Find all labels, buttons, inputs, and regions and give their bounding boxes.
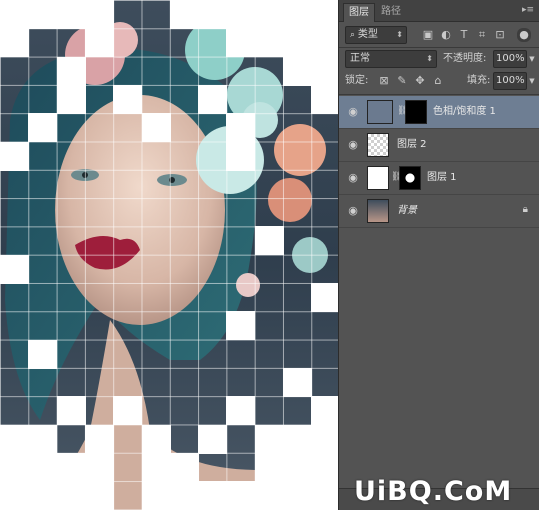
lock-position-icon[interactable]: ✥: [413, 74, 427, 88]
blend-mode-value: 正常: [350, 53, 370, 64]
blend-mode-select[interactable]: 正常 ⬍: [345, 50, 437, 68]
filter-kind-value: 类型: [357, 29, 378, 40]
tab-paths[interactable]: 路径: [376, 3, 406, 22]
lock-transparency-icon[interactable]: ⊠: [377, 74, 391, 88]
layer-thumbnail[interactable]: [367, 166, 389, 190]
layer-row-layer-1[interactable]: ◉ ⛓ 图层 1: [339, 162, 539, 195]
fill-label: 填充:: [467, 75, 491, 86]
lock-label: 锁定:: [345, 75, 369, 86]
layer-thumbnail[interactable]: [367, 199, 389, 223]
chevron-updown-icon: ⬍: [426, 54, 433, 63]
opacity-dropdown-icon[interactable]: ▼: [527, 52, 537, 66]
opacity-label: 不透明度:: [443, 53, 487, 64]
layer-mask-thumbnail[interactable]: [399, 166, 421, 190]
eye-icon[interactable]: ◉: [345, 171, 361, 185]
grid-overlay: [0, 0, 338, 510]
adjustment-layer-icon: [367, 100, 393, 124]
lock-all-icon[interactable]: ⌂: [431, 74, 445, 88]
panel-menu-icon[interactable]: ▸≡: [522, 5, 534, 15]
watermark: UiBQ.CoM: [354, 476, 513, 507]
fill-input[interactable]: 100%: [493, 72, 527, 90]
fill-dropdown-icon[interactable]: ▼: [527, 74, 537, 88]
layers-panel: 图层 路径 ▸≡ ⌕ 类型 ⬍ ▣ ◐ T ⌗ ⊡ ● 正常 ⬍ 不透明度: 1…: [338, 0, 539, 510]
layer-mask-thumbnail[interactable]: [405, 100, 427, 124]
layer-name: 图层 1: [427, 172, 457, 183]
tab-layers[interactable]: 图层: [343, 3, 375, 22]
blend-row: 正常 ⬍ 不透明度: 100% ▼: [339, 50, 539, 70]
eye-icon[interactable]: ◉: [345, 105, 361, 119]
opacity-input[interactable]: 100%: [493, 50, 527, 68]
layer-name: 背景: [397, 205, 417, 216]
eye-icon[interactable]: ◉: [345, 204, 361, 218]
layer-name: 色相/饱和度 1: [433, 106, 496, 117]
lock-icon: 🔒︎: [522, 204, 528, 215]
panel-tab-bar: 图层 路径 ▸≡: [339, 0, 539, 22]
lock-row: 锁定: ⊠ ✎ ✥ ⌂ 填充: 100% ▼: [339, 72, 539, 92]
filter-kind-select[interactable]: ⌕ 类型 ⬍: [345, 26, 407, 44]
layer-row-hue-saturation[interactable]: ◉ ⛓ 色相/饱和度 1: [339, 96, 539, 129]
layer-thumbnail[interactable]: [367, 133, 389, 157]
filter-adjustment-icon[interactable]: ◐: [439, 28, 453, 42]
filter-toggle-icon[interactable]: ●: [517, 28, 531, 42]
divider: [339, 94, 539, 95]
filter-type-icon[interactable]: T: [457, 28, 471, 42]
filter-pixel-icon[interactable]: ▣: [421, 28, 435, 42]
filter-row: ⌕ 类型 ⬍ ▣ ◐ T ⌗ ⊡ ●: [339, 26, 539, 46]
document-canvas[interactable]: [0, 0, 338, 510]
filter-smartobject-icon[interactable]: ⊡: [493, 28, 507, 42]
layer-name: 图层 2: [397, 139, 427, 150]
eye-icon[interactable]: ◉: [345, 138, 361, 152]
layer-row-background[interactable]: ◉ 背景 🔒︎: [339, 195, 539, 228]
search-icon: ⌕: [350, 30, 358, 40]
filter-shape-icon[interactable]: ⌗: [475, 28, 489, 42]
chevron-updown-icon: ⬍: [396, 30, 403, 39]
divider: [339, 47, 539, 48]
layer-row-layer-2[interactable]: ◉ 图层 2: [339, 129, 539, 162]
lock-image-icon[interactable]: ✎: [395, 74, 409, 88]
